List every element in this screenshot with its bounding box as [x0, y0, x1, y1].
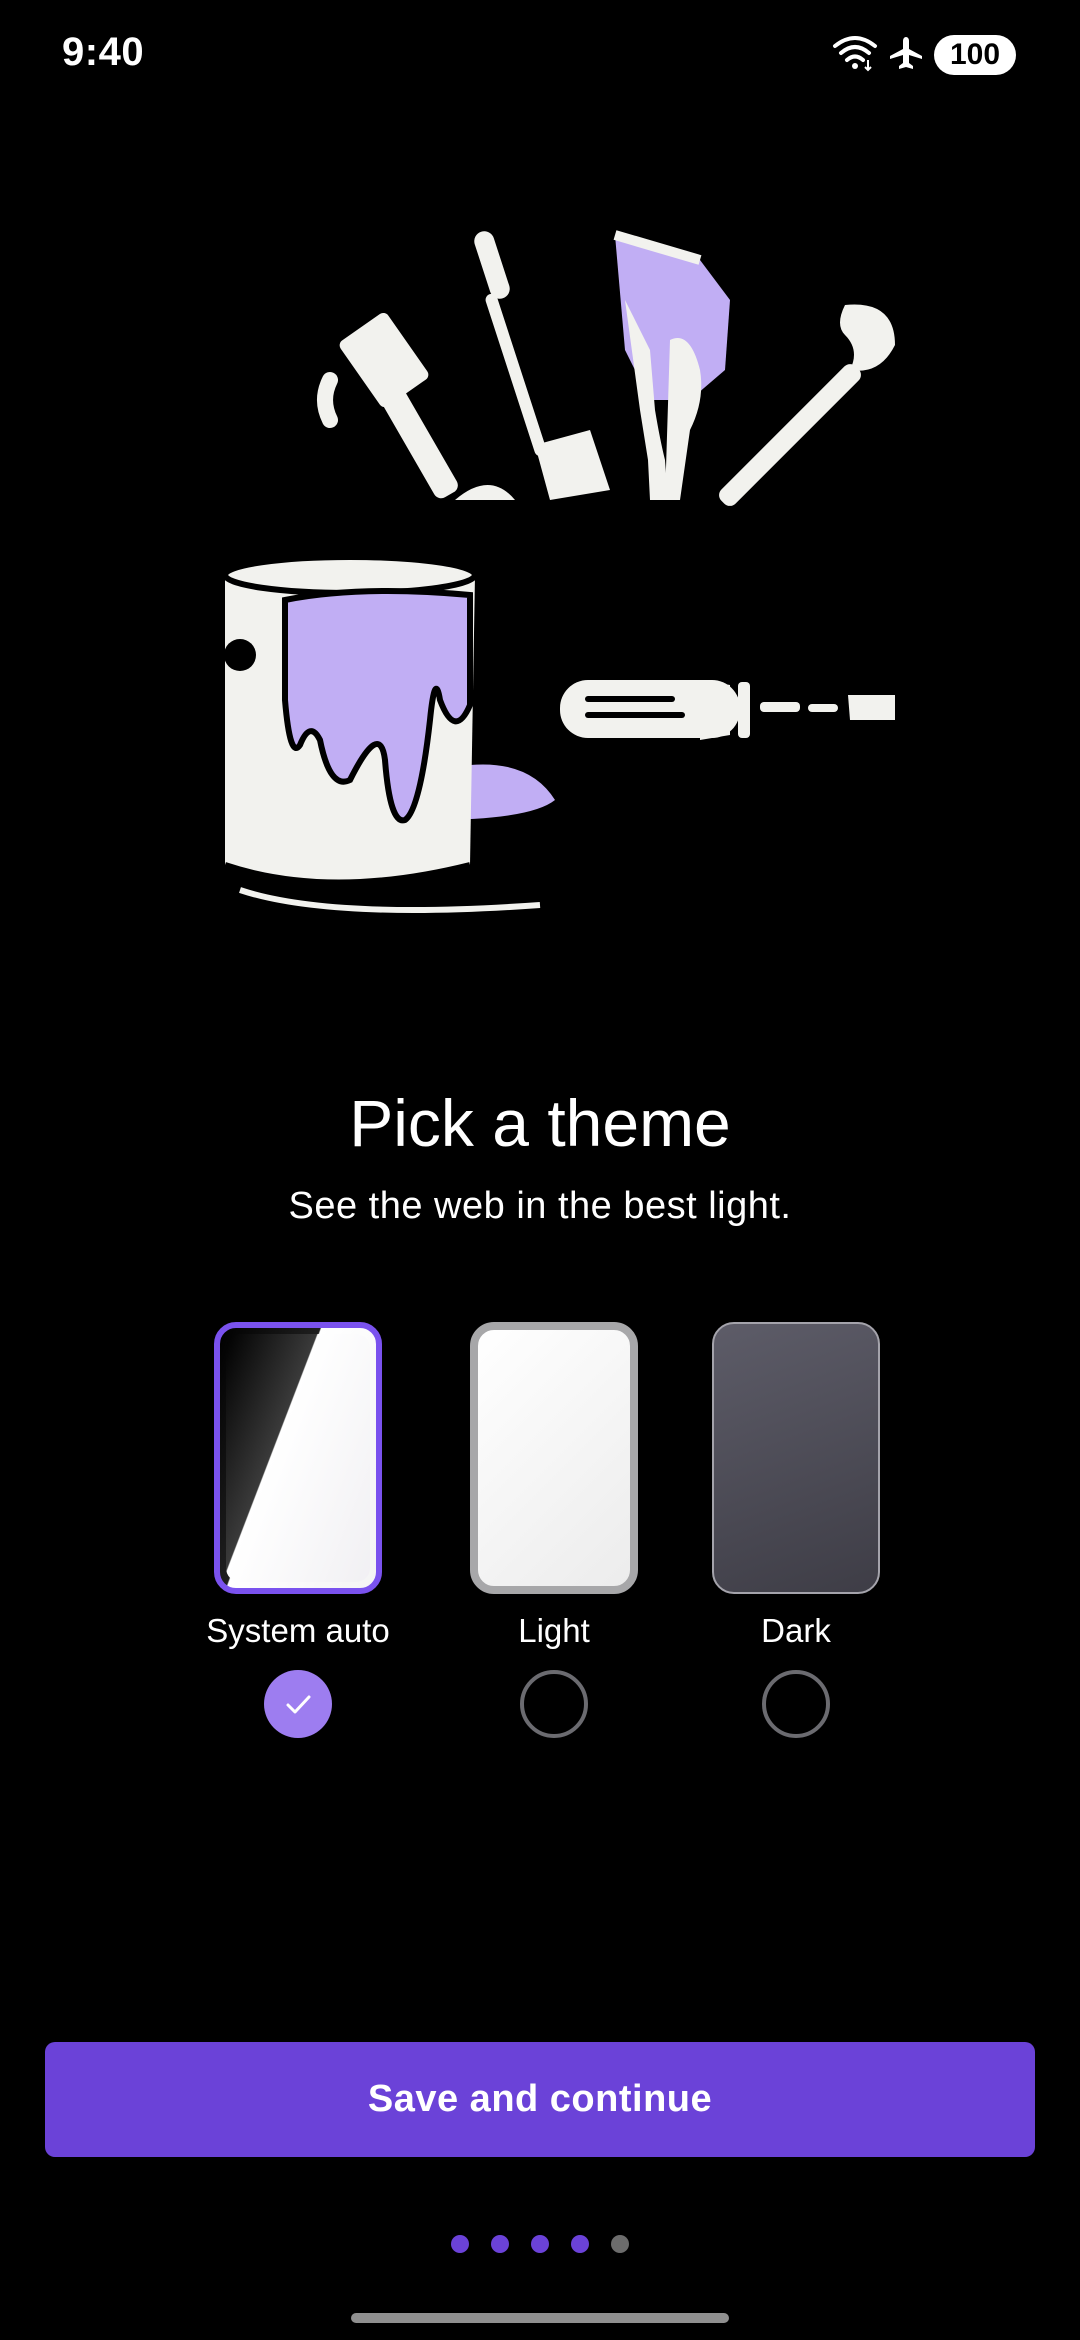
checkmark-icon [286, 1695, 311, 1714]
small-screwdriver-icon [560, 680, 895, 740]
theme-label-system-auto: System auto [206, 1612, 390, 1649]
theme-option-system-auto[interactable]: System auto [188, 1322, 408, 1752]
status-icons: 100 [832, 32, 1016, 78]
wrench-icon [719, 304, 895, 506]
paint-and-tools-illustration [0, 200, 1080, 960]
page-dot-4 [571, 2235, 589, 2253]
screwdriver-icon [474, 231, 610, 500]
theme-preview-light[interactable] [470, 1322, 638, 1594]
theme-preview-dark[interactable] [712, 1322, 880, 1594]
page-dot-1 [451, 2235, 469, 2253]
theme-preview-system-auto[interactable] [214, 1322, 382, 1594]
radio-light[interactable] [520, 1670, 588, 1738]
save-and-continue-button[interactable]: Save and continue [45, 2042, 1035, 2157]
paintbrush-icon [613, 230, 730, 500]
theme-option-light[interactable]: Light [444, 1322, 664, 1752]
hammer-icon [317, 312, 515, 500]
status-time: 9:40 [62, 30, 145, 74]
radio-system-auto[interactable] [264, 1670, 332, 1738]
theme-option-dark[interactable]: Dark [686, 1322, 906, 1752]
paint-can-icon [222, 554, 555, 913]
page-subtitle: See the web in the best light. [288, 1185, 792, 1227]
radio-dark[interactable] [762, 1670, 830, 1738]
theme-label-light: Light [518, 1612, 590, 1649]
battery-indicator: 100 [934, 35, 1016, 75]
airplane-icon [888, 35, 924, 76]
page-title: Pick a theme [349, 1086, 731, 1160]
page-dot-2 [491, 2235, 509, 2253]
page-indicator [0, 2235, 1080, 2253]
theme-label-dark: Dark [761, 1612, 831, 1649]
page-dot-3 [531, 2235, 549, 2253]
page-dot-5 [611, 2235, 629, 2253]
wifi-icon [832, 34, 878, 77]
status-bar: 9:40 100 [0, 0, 1080, 110]
home-indicator[interactable] [351, 2313, 729, 2323]
